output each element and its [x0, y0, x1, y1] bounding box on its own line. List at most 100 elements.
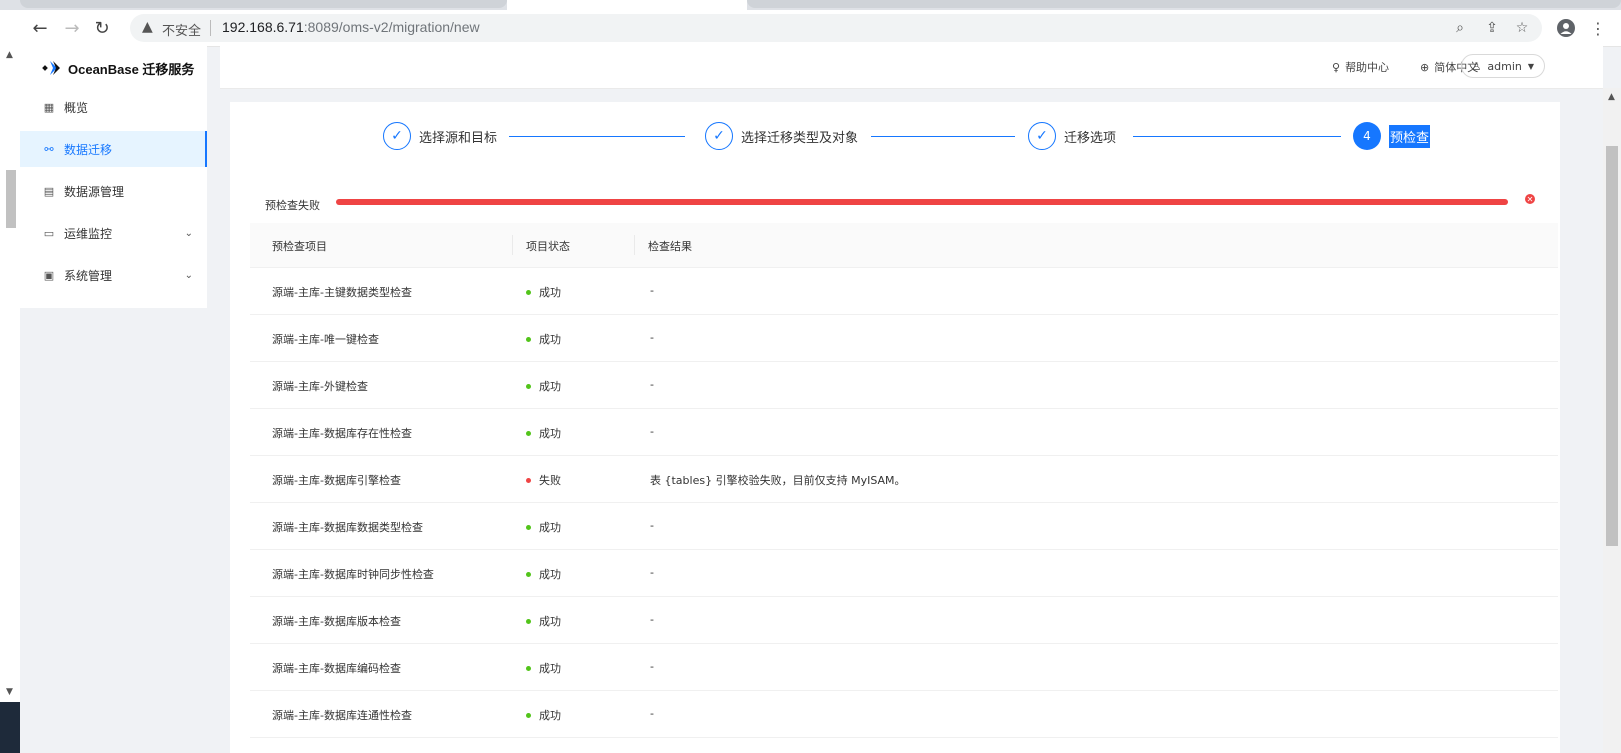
status-badge: 成功	[526, 613, 561, 629]
chevron-down-icon: ⌄	[184, 227, 193, 239]
share-icon[interactable]: ⇪	[1482, 18, 1502, 38]
sidebar-item-label: 数据迁移	[64, 142, 113, 157]
check-result: -	[650, 566, 654, 579]
database-doc-icon: ▤	[43, 184, 55, 198]
step-connector	[1133, 136, 1341, 137]
user-menu[interactable]: ♙ admin ▼	[1460, 54, 1545, 78]
step-connector	[871, 136, 1015, 137]
bookmark-star-icon[interactable]: ☆	[1512, 18, 1532, 38]
precheck-progress-fill	[336, 199, 1508, 205]
status-text: 成功	[539, 427, 561, 440]
error-close-icon: ✕	[1525, 194, 1535, 204]
sidebar-item-system[interactable]: ▣ 系统管理 ⌄	[20, 257, 207, 293]
check-result: -	[650, 331, 654, 344]
table-row: 源端-主库-数据库引擎检查 失败 表 {tables} 引擎校验失败，目前仅支持 M…	[250, 456, 1558, 503]
monitor-icon: ▭	[43, 226, 55, 240]
page-scrollbar[interactable]: ▲	[1603, 88, 1621, 753]
sidebar-item-ops-monitor[interactable]: ▭ 运维监控 ⌄	[20, 215, 207, 251]
app-logo[interactable]: OceanBase 迁移服务	[42, 58, 194, 78]
check-item-name: 源端-主库-外键检查	[272, 380, 368, 393]
table-body: 源端-主库-主键数据类型检查 成功 - 源端-主库-唯一键检查 成功 - 源端-主库-外键检…	[250, 268, 1558, 738]
user-icon: ♙	[1471, 59, 1482, 73]
scroll-up-icon[interactable]: ▲	[1608, 92, 1615, 102]
browser-tab[interactable]	[20, 0, 507, 8]
os-taskbar	[0, 702, 20, 753]
address-bar[interactable]: ▲ 不安全 192.168.6.71:8089/oms-v2/migration…	[130, 14, 1542, 42]
status-text: 成功	[539, 662, 561, 675]
top-header: ♀ 帮助中心 ⊕ 简体中文 ♙ admin ▼	[220, 46, 1603, 89]
grid-icon: ▦	[43, 100, 55, 114]
sidebar-item-overview[interactable]: ▦ 概览	[20, 89, 207, 125]
status-text: 成功	[539, 286, 561, 299]
left-edge-scrollbar: ▲ ▼	[0, 46, 20, 753]
status-badge: 成功	[526, 519, 561, 535]
help-center-label: 帮助中心	[1345, 61, 1390, 74]
omnibox-divider	[210, 20, 211, 36]
table-row: 源端-主库-唯一键检查 成功 -	[250, 315, 1558, 362]
profile-avatar-icon[interactable]	[1556, 18, 1576, 38]
column-header: 项目状态	[526, 240, 570, 253]
scroll-down-icon[interactable]: ▼	[6, 687, 13, 697]
check-item-name: 源端-主库-数据库时钟同步性检查	[272, 568, 434, 581]
status-badge: 成功	[526, 425, 561, 441]
table-row: 源端-主库-数据库数据类型检查 成功 -	[250, 503, 1558, 550]
status-dot-icon	[526, 571, 531, 577]
scrollbar-thumb[interactable]	[6, 170, 16, 228]
reload-icon[interactable]: ↻	[90, 16, 114, 40]
status-dot-icon	[526, 665, 531, 671]
browser-menu-icon[interactable]: ⋮	[1588, 18, 1608, 38]
app-name: OceanBase 迁移服务	[68, 61, 195, 77]
check-item-name: 源端-主库-唯一键检查	[272, 333, 379, 346]
table-row: 源端-主库-数据库存在性检查 成功 -	[250, 409, 1558, 456]
browser-toolbar: ← → ↻ ▲ 不安全 192.168.6.71:8089/oms-v2/mig…	[0, 10, 1621, 47]
check-result: -	[650, 660, 654, 673]
forward-icon[interactable]: →	[60, 16, 84, 40]
status-text: 失败	[539, 474, 561, 487]
warning-icon: ▲	[142, 19, 153, 35]
zoom-icon[interactable]: ⌕	[1450, 18, 1470, 38]
sitemap-icon: ⚯	[44, 142, 54, 156]
column-divider	[512, 235, 513, 255]
check-result: -	[650, 707, 654, 720]
status-badge: 成功	[526, 331, 561, 347]
table-row: 源端-主库-数据库版本检查 成功 -	[250, 597, 1558, 644]
step-label: 选择源和目标	[419, 131, 498, 146]
status-dot-icon	[526, 289, 531, 295]
step-number-badge: 4	[1353, 122, 1381, 150]
browser-tab[interactable]	[747, 0, 1621, 8]
chevron-down-icon: ⌄	[184, 269, 193, 281]
precheck-progress-bar	[336, 199, 1508, 205]
step-done-check-icon: ✓	[383, 122, 411, 150]
table-row: 源端-主库-外键检查 成功 -	[250, 362, 1558, 409]
sidebar-item-label: 运维监控	[64, 226, 113, 241]
table-row: 源端-主库-数据库编码检查 成功 -	[250, 644, 1558, 691]
globe-icon: ⊕	[1420, 60, 1430, 74]
table-header: 预检查项目 项目状态 检查结果	[250, 223, 1558, 268]
step-connector	[509, 136, 685, 137]
sidebar-item-data-migration[interactable]: ⚯ 数据迁移	[20, 131, 207, 167]
check-item-name: 源端-主库-数据库数据类型检查	[272, 521, 423, 534]
step-label: 迁移选项	[1064, 131, 1117, 146]
scroll-up-icon[interactable]: ▲	[6, 50, 13, 60]
sidebar-item-datasource[interactable]: ▤ 数据源管理	[20, 173, 207, 209]
browser-tab-active[interactable]	[507, 0, 747, 10]
caret-down-icon: ▼	[1527, 61, 1534, 71]
status-badge: 成功	[526, 378, 561, 394]
status-dot-icon	[526, 336, 531, 342]
help-center-link[interactable]: ♀ 帮助中心	[1332, 59, 1389, 75]
sidebar: OceanBase 迁移服务 ▦ 概览 ⚯ 数据迁移 ▤ 数据源管理 ▭ 运维监…	[20, 46, 207, 308]
status-dot-icon	[526, 618, 531, 624]
url-text[interactable]: 192.168.6.71:8089/oms-v2/migration/new	[222, 19, 480, 35]
table-row: 源端-主库-数据库时钟同步性检查 成功 -	[250, 550, 1558, 597]
sidebar-item-label: 数据源管理	[64, 184, 125, 199]
check-item-name: 源端-主库-数据库编码检查	[272, 662, 401, 675]
step-label: 选择迁移类型及对象	[741, 131, 859, 146]
check-result: -	[650, 613, 654, 626]
status-text: 成功	[539, 568, 561, 581]
status-dot-icon	[526, 383, 531, 389]
step-indicator: ✓ 选择源和目标 ✓ 选择迁移类型及对象 ✓ 迁移选项 4 预检查	[230, 122, 1560, 154]
check-item-name: 源端-主库-数据库存在性检查	[272, 427, 412, 440]
back-icon[interactable]: ←	[28, 16, 52, 40]
step-done-check-icon: ✓	[1028, 122, 1056, 150]
scrollbar-thumb[interactable]	[1606, 146, 1618, 546]
